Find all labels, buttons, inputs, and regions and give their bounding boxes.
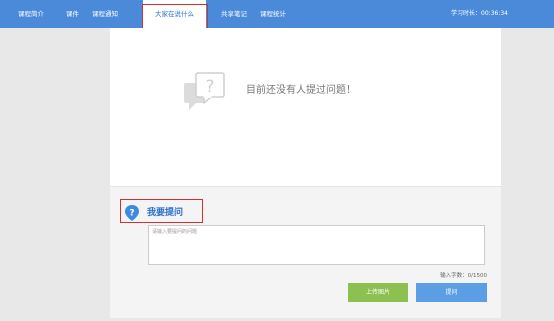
char-count-label: 输入字数： [440, 273, 468, 279]
submit-question-button[interactable]: 提问 [416, 283, 487, 302]
tab-course-stats[interactable]: 课程统计 [260, 0, 286, 28]
svg-text:?: ? [129, 209, 134, 219]
char-count-readout: 输入字数：0/1500 [440, 271, 487, 279]
empty-state-message: 目前还没有人提过问题！ [246, 85, 356, 96]
question-bubble-icon: ? [184, 71, 226, 115]
ask-question-title: 我要提问 [147, 208, 184, 218]
top-navigation-bar: 课程简介 课件 课程通知 大家在说什么 共享笔记 课程统计 学习时长：00:36… [0, 0, 554, 28]
tab-course-intro[interactable]: 课程简介 [18, 0, 44, 28]
upload-image-button[interactable]: 上传图片 [348, 283, 408, 302]
tab-shared-notes[interactable]: 共享笔记 [221, 0, 247, 28]
question-input[interactable] [148, 225, 485, 265]
char-count-value: 0/1500 [467, 273, 487, 279]
discussion-panel: ? 目前还没有人提过问题！ ? 我要提问 输入字数：0/1500 上传图片 提问 [110, 28, 501, 318]
study-time-value: 00:36:34 [481, 10, 508, 17]
ask-question-section: ? 我要提问 输入字数：0/1500 上传图片 提问 [110, 187, 501, 318]
tab-courseware[interactable]: 课件 [66, 0, 79, 28]
svg-text:?: ? [205, 77, 214, 97]
tab-course-notice[interactable]: 课程通知 [92, 0, 118, 28]
question-pin-icon: ? [125, 205, 139, 225]
study-time-label: 学习时长： [451, 10, 482, 17]
study-time-readout: 学习时长：00:36:34 [451, 0, 508, 28]
tab-discussion[interactable]: 大家在说什么 [143, 0, 206, 28]
ask-header-highlight-box: ? 我要提问 [120, 199, 203, 223]
